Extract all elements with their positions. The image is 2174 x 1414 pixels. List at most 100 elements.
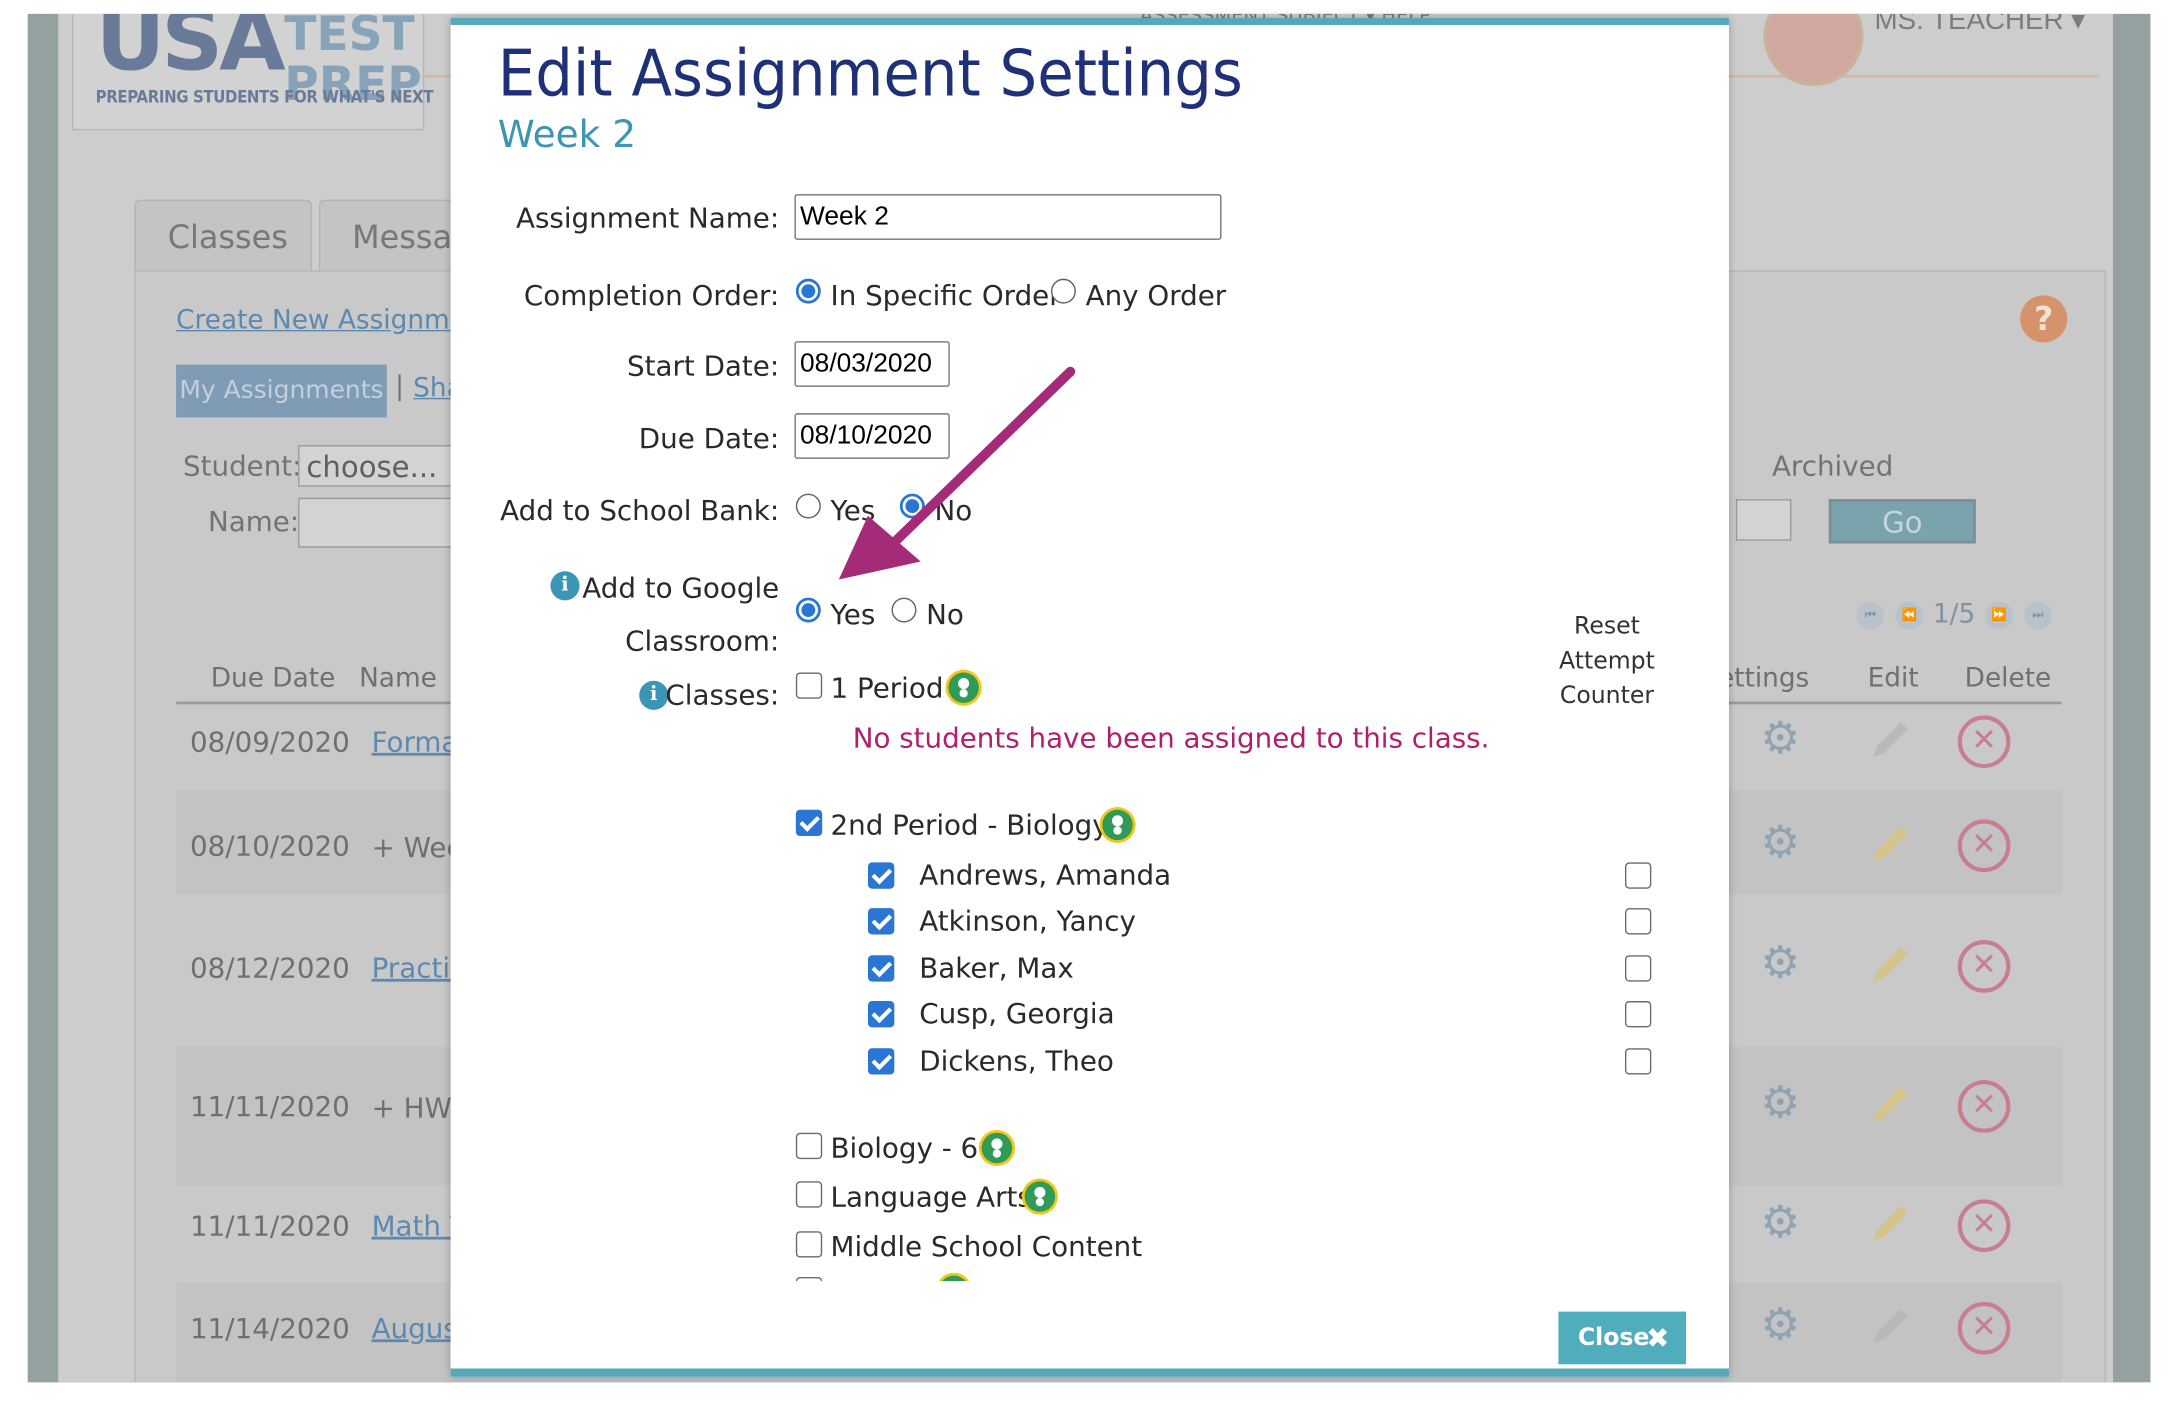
- modal-title: Edit Assignment Settings: [497, 36, 1243, 111]
- delete-x-icon[interactable]: ✕: [1957, 1301, 2011, 1355]
- student-name: Cusp, Georgia: [919, 996, 1115, 1031]
- prev-page-icon[interactable]: ⏪: [1895, 601, 1924, 629]
- class-name: 1 Period: [830, 671, 944, 705]
- classes-info-icon[interactable]: i: [639, 680, 669, 710]
- student-name: Atkinson, Yancy: [919, 903, 1136, 938]
- no-students-message: No students have been assigned to this c…: [852, 720, 1490, 755]
- first-page-icon[interactable]: ⏮: [1856, 601, 1885, 629]
- student-label: Student:: [183, 449, 302, 483]
- student-name: Dickens, Theo: [919, 1044, 1114, 1078]
- tab-classes[interactable]: Classes: [134, 199, 312, 272]
- student-checkbox[interactable]: [867, 1001, 895, 1028]
- col-name[interactable]: Name: [359, 663, 437, 694]
- class-checkbox[interactable]: [795, 1231, 823, 1258]
- logo-tagline: PREPARING STUDENTS FOR WHAT'S NEXT: [95, 87, 434, 107]
- start-date-label: Start Date:: [627, 349, 780, 383]
- logo-brand: USA: [95, 13, 286, 91]
- settings-gear-icon[interactable]: ⚙: [1758, 940, 1802, 984]
- google-classroom-label-1: Add to Google: [582, 571, 780, 605]
- edit-pencil-icon[interactable]: [1865, 1080, 1915, 1130]
- class-checkbox[interactable]: [795, 809, 823, 837]
- site-logo[interactable]: USA TEST PREP PREPARING STUDENTS FOR WHA…: [72, 13, 433, 131]
- close-button[interactable]: Close ✖: [1558, 1311, 1686, 1365]
- class-checkbox[interactable]: [795, 672, 823, 699]
- edit-pencil-icon[interactable]: [1865, 819, 1915, 869]
- help-icon[interactable]: ?: [2020, 295, 2068, 343]
- edit-assignment-modal: Edit Assignment Settings Week 2 Assignme…: [450, 18, 1729, 1377]
- edit-pencil-icon[interactable]: [1865, 1199, 1915, 1249]
- reset-attempt-checkbox[interactable]: [1624, 1048, 1652, 1075]
- col-due-date[interactable]: Due Date: [211, 663, 336, 694]
- close-label: Close: [1577, 1324, 1650, 1352]
- google-no-label: No: [926, 597, 964, 631]
- row-due-date: 08/10/2020: [189, 829, 350, 863]
- reset-attempt-header: Reset Attempt Counter: [1559, 612, 1655, 710]
- school-bank-yes-label: Yes: [830, 493, 876, 527]
- edit-pencil-icon[interactable]: [1865, 1302, 1915, 1352]
- create-assignment-link[interactable]: Create New Assignment: [176, 305, 493, 336]
- student-checkbox[interactable]: [867, 908, 895, 935]
- student-name: Baker, Max: [919, 951, 1074, 985]
- settings-gear-icon[interactable]: ⚙: [1758, 1080, 1802, 1124]
- modal-subtitle: Week 2: [497, 113, 637, 157]
- settings-gear-icon[interactable]: ⚙: [1758, 715, 1802, 759]
- settings-gear-icon[interactable]: ⚙: [1758, 819, 1802, 863]
- filter-separator: |: [395, 371, 405, 403]
- google-no-radio[interactable]: [891, 597, 917, 623]
- student-checkbox[interactable]: [867, 955, 895, 982]
- col-edit: Edit: [1867, 662, 1919, 694]
- completion-any-label: Any Order: [1085, 278, 1227, 312]
- completion-specific-label: In Specific Order: [830, 278, 1061, 312]
- col-delete: Delete: [1964, 662, 2052, 694]
- reset-attempt-checkbox[interactable]: [1624, 1001, 1652, 1028]
- start-date-input[interactable]: [794, 341, 950, 387]
- class-name: Middle School Content: [830, 1229, 1143, 1264]
- completion-order-label: Completion Order:: [523, 278, 780, 312]
- row-due-date: 11/14/2020: [189, 1311, 350, 1345]
- school-bank-no-label: No: [934, 493, 973, 527]
- settings-gear-icon[interactable]: ⚙: [1758, 1199, 1802, 1243]
- row-due-date: 11/11/2020: [189, 1089, 350, 1124]
- user-menu[interactable]: MS. TEACHER ▾: [1875, 14, 2086, 38]
- school-bank-no-radio[interactable]: [899, 493, 925, 519]
- class-name: 2nd Period - Biology: [830, 808, 1109, 842]
- reset-attempt-checkbox[interactable]: [1624, 908, 1652, 935]
- student-checkbox[interactable]: [867, 862, 895, 889]
- last-page-icon[interactable]: ⏭: [2023, 601, 2052, 629]
- row-due-date: 11/11/2020: [189, 1209, 350, 1243]
- delete-x-icon[interactable]: ✕: [1957, 940, 2011, 993]
- completion-specific-radio[interactable]: [795, 278, 821, 304]
- school-bank-yes-radio[interactable]: [795, 493, 821, 519]
- due-date-input[interactable]: [794, 413, 950, 459]
- next-page-icon[interactable]: ⏩: [1985, 601, 2013, 629]
- delete-x-icon[interactable]: ✕: [1957, 819, 2011, 873]
- row-due-date: 08/09/2020: [189, 725, 350, 759]
- completion-any-radio[interactable]: [1050, 278, 1076, 304]
- settings-gear-icon[interactable]: ⚙: [1758, 1302, 1802, 1346]
- scroll-clip: [450, 1281, 1699, 1369]
- delete-x-icon[interactable]: ✕: [1957, 1080, 2011, 1133]
- edit-pencil-icon[interactable]: [1865, 940, 1915, 990]
- delete-x-icon[interactable]: ✕: [1957, 715, 2011, 769]
- assignment-name-label: Assignment Name:: [515, 201, 780, 235]
- school-bank-label: Add to School Bank:: [500, 493, 780, 527]
- filter-input[interactable]: [1735, 499, 1792, 541]
- google-info-icon[interactable]: i: [550, 571, 580, 601]
- go-button[interactable]: Go: [1828, 499, 1976, 544]
- google-classroom-label-2: Classroom:: [625, 623, 780, 658]
- google-classroom-icon: [1099, 806, 1136, 843]
- google-yes-label: Yes: [830, 597, 876, 631]
- class-checkbox[interactable]: [795, 1181, 823, 1208]
- reset-attempt-checkbox[interactable]: [1624, 862, 1652, 889]
- my-assignments-tab[interactable]: My Assignments: [176, 364, 387, 418]
- edit-pencil-icon[interactable]: [1865, 715, 1915, 765]
- delete-x-icon[interactable]: ✕: [1957, 1199, 2011, 1253]
- class-checkbox[interactable]: [795, 1132, 823, 1160]
- reset-attempt-checkbox[interactable]: [1624, 955, 1652, 982]
- student-checkbox[interactable]: [867, 1048, 895, 1075]
- archived-option[interactable]: Archived: [1772, 449, 1893, 482]
- assignment-name-input[interactable]: [794, 194, 1222, 240]
- google-yes-radio[interactable]: [795, 597, 821, 623]
- pagination: ⏮ ⏪ 1/5 ⏩ ⏭: [1855, 599, 2053, 629]
- google-classroom-icon: [978, 1129, 1015, 1167]
